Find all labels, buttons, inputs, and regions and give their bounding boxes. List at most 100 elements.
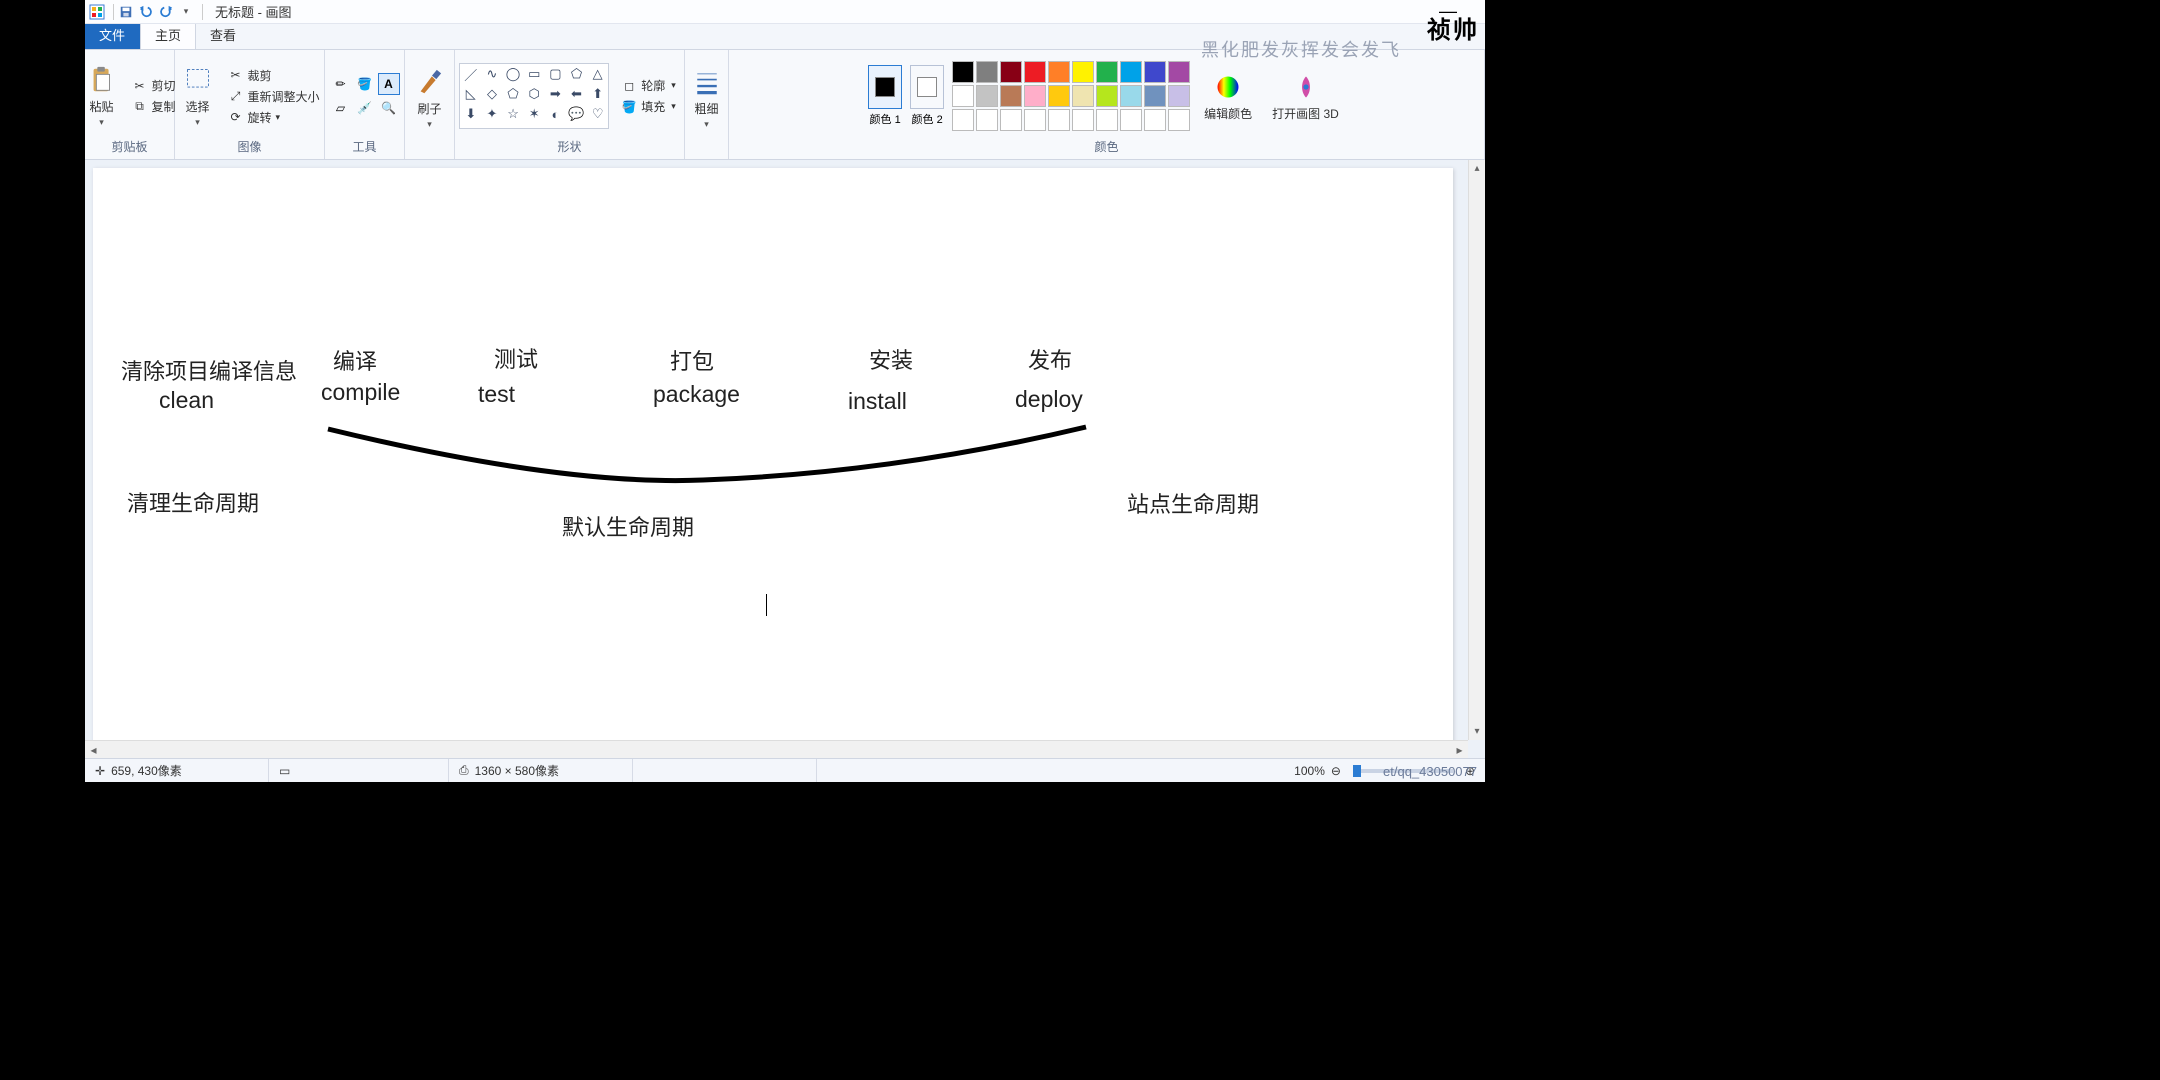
color-swatch[interactable] xyxy=(1024,61,1046,83)
color-swatch[interactable] xyxy=(1096,61,1118,83)
scroll-left-icon[interactable]: ◂ xyxy=(85,743,102,757)
color-swatch[interactable] xyxy=(1096,85,1118,107)
edit-colors-button[interactable]: 编辑颜色 xyxy=(1198,69,1258,124)
select-icon xyxy=(182,64,214,96)
shape-polygon[interactable]: ⬠ xyxy=(566,64,587,84)
scroll-up-icon[interactable]: ▴ xyxy=(1469,160,1485,177)
color-swatch[interactable] xyxy=(1000,109,1022,131)
shape-curve[interactable]: ∿ xyxy=(481,64,502,84)
shape-triangle[interactable]: △ xyxy=(587,64,608,84)
color-swatch[interactable] xyxy=(1024,85,1046,107)
brushes-button[interactable]: 刷子 ▾ xyxy=(408,64,452,132)
shape-heart[interactable]: ♡ xyxy=(587,104,608,124)
shape-roundrect[interactable]: ▢ xyxy=(545,64,566,84)
eraser-tool[interactable]: ▱ xyxy=(330,97,352,119)
cut-button[interactable]: ✂ 剪切 xyxy=(128,76,180,95)
color-swatch[interactable] xyxy=(1000,61,1022,83)
shape-line[interactable]: ／ xyxy=(460,64,481,84)
paint3d-button[interactable]: 打开画图 3D xyxy=(1266,69,1345,124)
rotate-button[interactable]: ⟳ 旋转 ▾ xyxy=(224,108,324,127)
group-brushes: 刷子 ▾ xyxy=(405,50,455,159)
redo-icon[interactable] xyxy=(158,4,174,20)
color-swatch[interactable] xyxy=(1072,61,1094,83)
selection-size-icon: ▭ xyxy=(279,764,290,778)
vertical-scrollbar[interactable]: ▴ ▾ xyxy=(1468,160,1485,740)
paste-button[interactable]: 粘贴 ▾ xyxy=(80,62,124,130)
color-swatch[interactable] xyxy=(976,61,998,83)
save-icon[interactable] xyxy=(118,4,134,20)
color-swatch[interactable] xyxy=(952,109,974,131)
qa-dropdown-icon[interactable]: ▾ xyxy=(178,4,194,20)
color-swatch[interactable] xyxy=(1048,61,1070,83)
shape-5star[interactable]: ☆ xyxy=(503,104,524,124)
horizontal-scrollbar[interactable]: ◂ ▸ xyxy=(85,740,1468,758)
color-swatch[interactable] xyxy=(1120,109,1142,131)
color-swatch[interactable] xyxy=(952,85,974,107)
rotate-icon: ⟳ xyxy=(228,109,244,125)
tab-file[interactable]: 文件 xyxy=(85,20,140,49)
status-pos: ✛ 659, 430像素 xyxy=(85,759,269,782)
group-colors: 颜色 1 颜色 2 编辑颜色 打开画图 3D xyxy=(729,50,1485,159)
pencil-tool[interactable]: ✏ xyxy=(330,73,352,95)
color-swatch[interactable] xyxy=(1120,85,1142,107)
eyedropper-tool[interactable]: 💉 xyxy=(354,97,376,119)
color-swatch[interactable] xyxy=(1096,109,1118,131)
color-swatch[interactable] xyxy=(1072,85,1094,107)
shape-darrow[interactable]: ⬇ xyxy=(460,104,481,124)
color-swatch[interactable] xyxy=(1168,85,1190,107)
shape-outline-button[interactable]: ◻ 轮廓▾ xyxy=(617,76,680,95)
shape-callout[interactable]: 💬 xyxy=(566,104,587,124)
paint-window: ▾ 无标题 - 画图 — 文件 主页 查看 粘贴 ▾ ✂ xyxy=(85,0,1485,782)
color-swatch[interactable] xyxy=(976,109,998,131)
text-tool[interactable]: A xyxy=(378,73,400,95)
shape-rect[interactable]: ▭ xyxy=(524,64,545,84)
color-swatch[interactable] xyxy=(1144,85,1166,107)
watermark-url: et/qq_43050077 xyxy=(1383,764,1477,779)
group-label-clipboard: 剪贴板 xyxy=(111,138,147,157)
color2-slot[interactable] xyxy=(910,65,944,109)
resize-button[interactable]: ⤢ 重新调整大小 xyxy=(224,87,324,106)
select-button[interactable]: 选择 ▾ xyxy=(176,62,220,130)
ribbon: 粘贴 ▾ ✂ 剪切 ⧉ 复制 剪贴板 xyxy=(85,50,1485,160)
color-swatch[interactable] xyxy=(1048,85,1070,107)
shape-fill-button[interactable]: 🪣 填充▾ xyxy=(617,97,680,116)
edit-colors-icon xyxy=(1212,71,1244,103)
canvas[interactable]: 清除项目编译信息 clean 编译 compile 测试 test 打包 pac… xyxy=(93,168,1453,748)
cut-icon: ✂ xyxy=(132,78,148,94)
scroll-right-icon[interactable]: ▸ xyxy=(1451,743,1468,757)
magnifier-tool[interactable]: 🔍 xyxy=(378,97,400,119)
shape-oval[interactable]: ◯ xyxy=(503,64,524,84)
scroll-down-icon[interactable]: ▾ xyxy=(1469,723,1485,740)
shape-callout-round[interactable]: ◐ xyxy=(545,104,566,124)
color-swatch[interactable] xyxy=(1072,109,1094,131)
color-swatch[interactable] xyxy=(1048,109,1070,131)
color-swatch[interactable] xyxy=(1120,61,1142,83)
brush-icon xyxy=(414,66,446,98)
color-swatch[interactable] xyxy=(1000,85,1022,107)
shape-rtriangle[interactable]: ◺ xyxy=(460,84,481,104)
color-swatch[interactable] xyxy=(1024,109,1046,131)
shape-uarrow[interactable]: ⬆ xyxy=(587,84,608,104)
shape-larrow[interactable]: ⬅ xyxy=(566,84,587,104)
zoom-out-button[interactable]: ⊖ xyxy=(1331,764,1341,778)
color-swatch[interactable] xyxy=(1168,61,1190,83)
undo-icon[interactable] xyxy=(138,4,154,20)
shape-6star[interactable]: ✶ xyxy=(524,104,545,124)
color1-slot[interactable] xyxy=(868,65,902,109)
crop-button[interactable]: ✂ 裁剪 xyxy=(224,66,324,85)
color-swatch[interactable] xyxy=(1144,109,1166,131)
copy-button[interactable]: ⧉ 复制 xyxy=(128,97,180,116)
color-swatch[interactable] xyxy=(1144,61,1166,83)
tab-view[interactable]: 查看 xyxy=(196,20,251,49)
shape-pentagon[interactable]: ⬠ xyxy=(503,84,524,104)
shape-hexagon[interactable]: ⬡ xyxy=(524,84,545,104)
shape-rarrow[interactable]: ➡ xyxy=(545,84,566,104)
size-button[interactable]: 粗细 ▾ xyxy=(685,64,729,132)
shape-diamond[interactable]: ◇ xyxy=(481,84,502,104)
color-swatch[interactable] xyxy=(1168,109,1190,131)
shape-4star[interactable]: ✦ xyxy=(481,104,502,124)
shapes-gallery[interactable]: ／ ∿ ◯ ▭ ▢ ⬠ △ ◺ ◇ ⬠ ⬡ ➡ ⬅ ⬆ ⬇ ✦ ☆ xyxy=(459,63,609,129)
color-swatch[interactable] xyxy=(952,61,974,83)
fill-tool[interactable]: 🪣 xyxy=(354,73,376,95)
color-swatch[interactable] xyxy=(976,85,998,107)
